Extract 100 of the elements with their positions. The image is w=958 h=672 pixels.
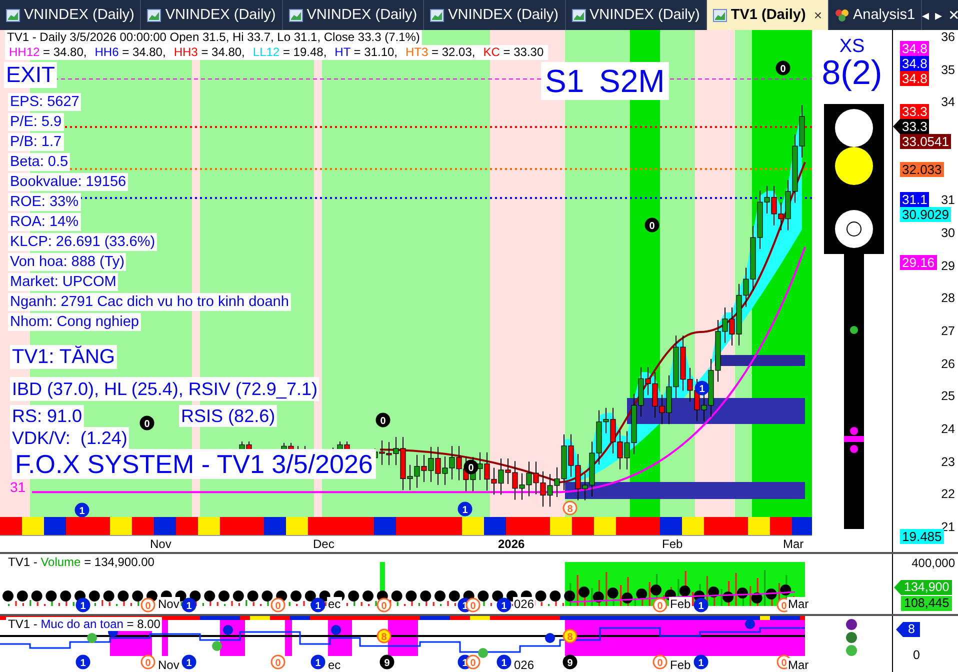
fundamental-stat: ROA: 14% xyxy=(8,213,80,231)
price-tick: 24 xyxy=(941,422,955,436)
marker-badge: 1 xyxy=(182,598,196,612)
axis-label: Dec xyxy=(313,537,334,551)
safety-tag: 8 xyxy=(896,622,920,637)
chart-icon xyxy=(430,8,444,22)
marker-badge: 1 xyxy=(310,598,326,612)
volume-ratio: VDK/V: (1.24) xyxy=(10,427,130,449)
price-tick: 34 xyxy=(941,95,955,110)
axis-label: Nov xyxy=(157,658,180,672)
marker-badge: 1 xyxy=(76,654,90,670)
price-tag: 34.8 xyxy=(900,71,930,86)
marker-badge: 0 xyxy=(270,598,286,612)
price-tag: 19.485 xyxy=(900,529,944,544)
fundamental-stat: KLCP: 26.691 (33.6%) xyxy=(8,233,158,251)
trend-label: TV1: TĂNG xyxy=(10,345,117,369)
panel-title: TV1 - Muc do an toan = 8.00 xyxy=(6,617,162,631)
marker-badge: 1 xyxy=(496,598,512,612)
price-tag: 34.8 xyxy=(900,41,930,56)
count-label: 31 xyxy=(10,479,26,495)
chart-icon xyxy=(572,8,586,22)
price-tick: 27 xyxy=(941,324,955,338)
marker-badge: 8 xyxy=(376,628,392,644)
price-tick: 35 xyxy=(941,62,955,77)
axis-label: Mar xyxy=(783,537,804,551)
marker-badge: 1 xyxy=(458,502,472,516)
marker-badge: 0 xyxy=(466,654,480,670)
marker-badge: 0 xyxy=(140,598,156,612)
axis-label: 026 xyxy=(513,597,536,611)
price-tag: 34.8 xyxy=(900,56,930,71)
tab-nav-button[interactable]: ▸ xyxy=(935,7,942,23)
axis-label: 2026 xyxy=(498,537,525,551)
marker-badge: 9 xyxy=(380,654,394,670)
price-tag: 31.1 xyxy=(900,192,930,207)
volume-tag: 134,900 xyxy=(894,580,952,595)
marker-badge: 8 xyxy=(562,500,578,516)
fundamental-stat: Nhom: Cong nghiep xyxy=(8,313,141,331)
pattern-label: S1 S2M xyxy=(541,62,669,100)
fundamental-stat: ROE: 33% xyxy=(8,193,80,211)
volume-tag: 108,445 xyxy=(901,596,952,611)
indicator-level: LL12 = 19.48, xyxy=(250,45,329,59)
marker-badge: 0 xyxy=(270,654,286,670)
price-tick: 36 xyxy=(941,30,955,44)
marker-badge: 1 xyxy=(76,598,90,612)
fundamental-stat: P/B: 1.7 xyxy=(8,133,64,151)
indicator-level: HH3 = 34.80, xyxy=(172,45,247,59)
ratings-text: IBD (37.0), HL (25.4), RSIV (72.9_7.1) xyxy=(10,377,320,401)
system-title: F.O.X SYSTEM - TV1 3/5/2026 xyxy=(12,449,376,479)
marker-badge: 0 xyxy=(652,598,668,612)
marker-badge: 1 xyxy=(310,654,326,670)
chart-icon xyxy=(6,8,20,22)
marker-badge: 1 xyxy=(182,654,196,670)
price-tag: 33.3 xyxy=(900,104,930,119)
close-icon[interactable]: × xyxy=(814,7,822,23)
fundamental-stat: P/E: 5.9 xyxy=(8,113,64,131)
fundamental-stat: EPS: 5627 xyxy=(8,93,82,111)
price-tick: 28 xyxy=(941,291,955,306)
panel-title: TV1 - Volume = 134,900.00 xyxy=(6,555,156,569)
marker-badge: 1 xyxy=(694,380,710,396)
axis-label: Mar xyxy=(787,597,810,611)
shapes-icon xyxy=(835,8,849,22)
axis-label: ec xyxy=(327,597,342,611)
indicator-level: HH12 = 34.80, xyxy=(7,45,89,59)
indicator-level: HH6 = 34.80, xyxy=(92,45,168,59)
marker-badge: 0 xyxy=(466,598,480,612)
marker-badge: 0 xyxy=(140,654,156,670)
marker-badge: 0 xyxy=(376,412,390,428)
volume-tick: 400,000 xyxy=(912,556,955,570)
axis-label: Feb xyxy=(662,537,683,551)
fundamental-stat: Von hoa: 888 (Ty) xyxy=(8,253,126,271)
price-tick: 23 xyxy=(941,454,955,469)
axis-label: Mar xyxy=(787,658,810,672)
price-tick: 26 xyxy=(941,356,955,371)
marker-badge: 1 xyxy=(694,654,708,670)
price-tick: 29 xyxy=(941,258,955,273)
marker-badge: 0 xyxy=(140,416,154,430)
axis-label: Feb xyxy=(669,658,692,672)
fundamental-stat: Beta: 0.5 xyxy=(8,153,70,171)
chart-icon xyxy=(712,8,727,22)
tab-nav-button[interactable]: ◂ xyxy=(922,7,930,23)
safety-tick: 0 xyxy=(913,648,920,662)
marker-badge: 0 xyxy=(776,60,790,76)
price-tag: 33.3 xyxy=(893,119,930,134)
marker-badge: 0 xyxy=(644,218,660,232)
rs-value: RS: 91.0 xyxy=(10,405,84,427)
marker-badge: 0 xyxy=(652,654,668,670)
indicator-level: HT3 = 32.03, xyxy=(404,45,478,59)
price-tag: 30.9029 xyxy=(900,207,951,222)
marker-badge: 8 xyxy=(562,628,578,644)
price-tick: 30 xyxy=(941,226,955,240)
axis-label: Nov xyxy=(157,597,180,611)
tab-nav-button[interactable]: ✕ xyxy=(948,7,958,23)
marker-badge: 1 xyxy=(74,502,90,518)
chart-tab[interactable]: TV1 (Daily) × xyxy=(706,0,829,30)
price-tag: 29.16 xyxy=(900,255,937,270)
marker-badge: 0 xyxy=(464,460,478,474)
fundamental-stat: Market: UPCOM xyxy=(8,273,118,291)
axis-label: 026 xyxy=(513,658,536,672)
rsis-value: RSIS (82.6) xyxy=(179,405,278,427)
chart-icon xyxy=(288,8,303,22)
